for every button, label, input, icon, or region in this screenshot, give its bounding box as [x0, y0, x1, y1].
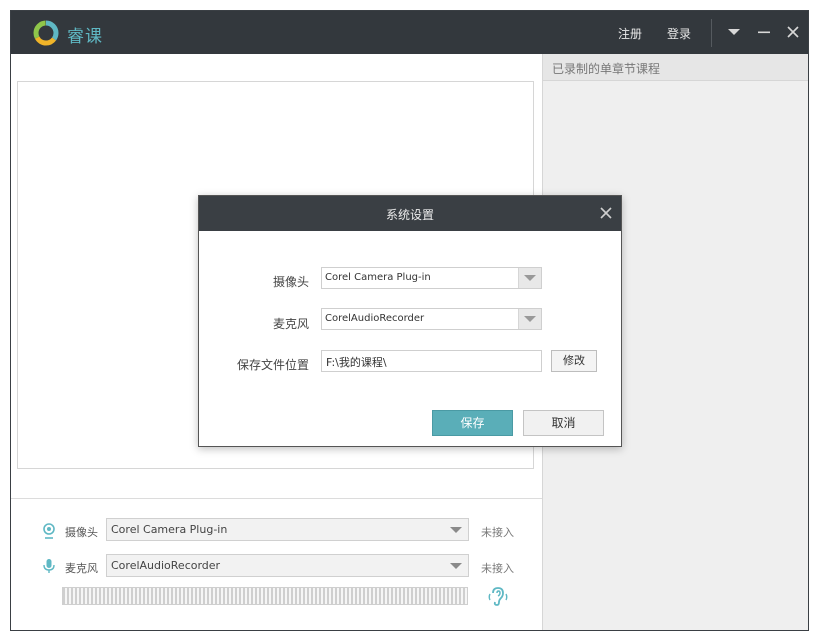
close-window-icon[interactable]	[784, 23, 802, 41]
microphone-select-value: CorelAudioRecorder	[111, 559, 221, 572]
login-link[interactable]: 登录	[667, 25, 691, 42]
dialog-camera-value: Corel Camera Plug-in	[325, 272, 431, 283]
register-link[interactable]: 注册	[618, 25, 642, 42]
system-settings-dialog: 系统设置 摄像头 Corel Camera Plug-in 麦克风 CorelA…	[198, 195, 622, 447]
dialog-microphone-dropdown[interactable]	[518, 309, 541, 329]
microphone-select[interactable]: CorelAudioRecorder	[106, 554, 469, 577]
dialog-camera-dropdown[interactable]	[518, 268, 541, 288]
microphone-status: 未接入	[481, 562, 514, 575]
app-name: 睿课	[67, 27, 103, 47]
dialog-microphone-value: CorelAudioRecorder	[325, 313, 425, 324]
main-divider	[11, 498, 542, 499]
recorded-courses-title: 已录制的单章节课程	[552, 62, 661, 76]
camera-icon	[43, 523, 55, 539]
recorded-courses-header: 已录制的单章节课程	[543, 54, 808, 81]
dialog-camera-label: 摄像头	[272, 275, 309, 289]
camera-select[interactable]: Corel Camera Plug-in	[106, 518, 469, 541]
minimize-icon[interactable]	[755, 23, 773, 41]
dialog-microphone-label: 麦克风	[272, 317, 309, 331]
modify-path-button[interactable]: 修改	[551, 350, 597, 372]
title-bar-divider	[711, 19, 712, 47]
chevron-down-icon	[450, 563, 462, 569]
cancel-button[interactable]: 取消	[523, 410, 604, 436]
camera-select-value: Corel Camera Plug-in	[111, 523, 228, 536]
dialog-camera-select[interactable]: Corel Camera Plug-in	[321, 267, 542, 289]
app-logo-icon	[33, 20, 59, 46]
camera-status: 未接入	[481, 526, 514, 539]
title-bar[interactable]: 睿课 注册 登录	[11, 11, 808, 54]
audio-level-meter	[62, 587, 468, 605]
menu-dropdown-icon[interactable]	[725, 23, 743, 41]
save-button[interactable]: 保存	[432, 410, 513, 436]
chevron-down-icon	[524, 316, 536, 322]
dialog-title: 系统设置	[385, 208, 434, 222]
ear-monitor-icon[interactable]	[487, 586, 509, 608]
chevron-down-icon	[524, 275, 536, 281]
dialog-save-path-label: 保存文件位置	[236, 358, 309, 372]
camera-label: 摄像头	[65, 526, 98, 539]
chevron-down-icon	[450, 527, 462, 533]
dialog-microphone-select[interactable]: CorelAudioRecorder	[321, 308, 542, 330]
dialog-close-icon[interactable]	[599, 206, 613, 220]
microphone-label: 麦克风	[65, 562, 98, 575]
dialog-header[interactable]: 系统设置	[199, 196, 621, 231]
microphone-icon	[43, 559, 55, 573]
save-path-field[interactable]: F:\我的课程\	[321, 350, 542, 372]
